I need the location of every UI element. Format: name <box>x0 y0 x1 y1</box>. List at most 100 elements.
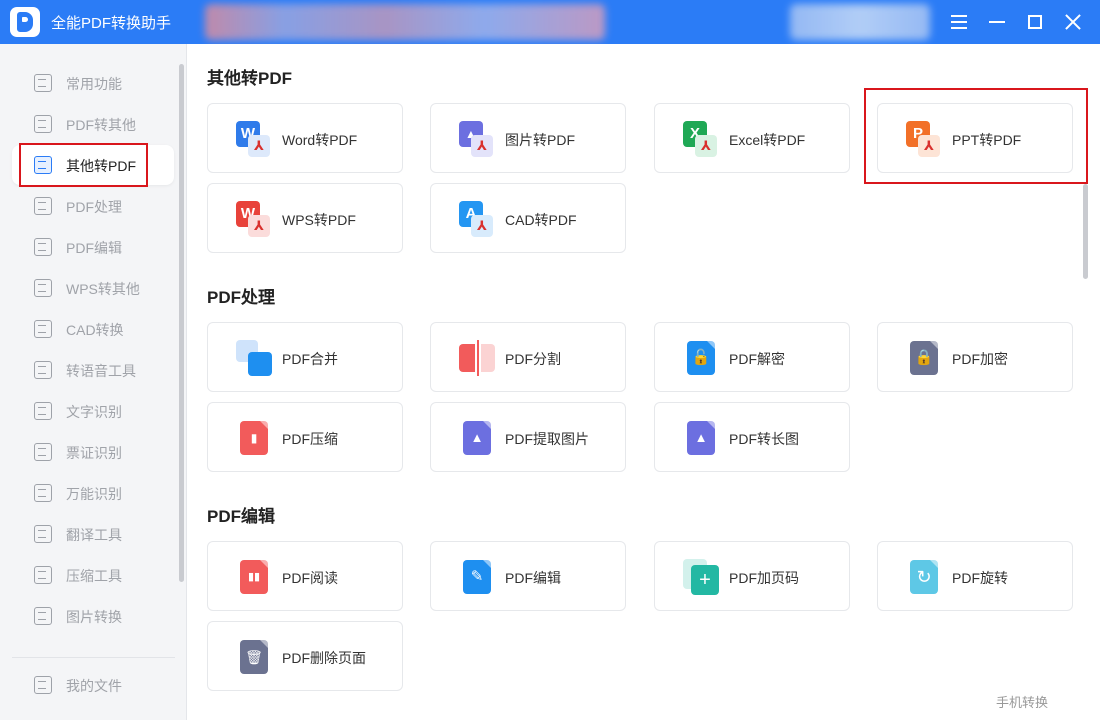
ppt-icon: P ⅄ <box>906 121 942 157</box>
pdf-convert-icon <box>34 115 52 133</box>
split-icon <box>459 340 495 376</box>
compress-icon: ▮ <box>236 420 272 456</box>
card-pdf-edit[interactable]: ✎ PDF编辑 <box>430 541 626 611</box>
main-scrollbar[interactable] <box>1083 184 1088 279</box>
card-ppt-to-pdf[interactable]: P ⅄ PPT转PDF <box>877 103 1073 173</box>
sidebar-item-label: PDF处理 <box>66 199 122 215</box>
ticket-ocr-icon <box>34 443 52 461</box>
card-pdf-delete-pages[interactable]: 🗑 PDF删除页面 <box>207 621 403 691</box>
mobile-convert-link[interactable]: 手机转换 <box>996 692 1048 711</box>
sidebar-item-common[interactable]: 常用功能 <box>12 63 174 103</box>
card-label: PDF阅读 <box>282 570 338 586</box>
folder-icon <box>34 676 52 694</box>
minimize-icon[interactable] <box>983 8 1011 36</box>
card-label: PDF合并 <box>282 351 338 367</box>
sidebar-item-label: 文字识别 <box>66 404 122 420</box>
section-title: PDF处理 <box>207 288 275 307</box>
lock-icon: 🔒 <box>906 340 942 376</box>
voice-icon <box>34 361 52 379</box>
sidebar-item-label: 常用功能 <box>66 76 122 92</box>
card-cad-to-pdf[interactable]: A ⅄ CAD转PDF <box>430 183 626 253</box>
sidebar-item-text-ocr[interactable]: 文字识别 <box>12 391 174 431</box>
pdf-edit-icon <box>34 238 52 256</box>
sidebar-item-image-convert[interactable]: 图片转换 <box>12 596 174 636</box>
card-label: CAD转PDF <box>505 212 577 228</box>
sidebar-item-label: 我的文件 <box>66 678 122 694</box>
sidebar-item-label: 票证识别 <box>66 445 122 461</box>
sidebar-item-label: 压缩工具 <box>66 568 122 584</box>
card-label: PPT转PDF <box>952 132 1022 148</box>
sidebar-item-pdf-edit[interactable]: PDF编辑 <box>12 227 174 267</box>
main-panel: 其他转PDF W ⅄ Word转PDF ▲ ⅄ 图片转PDF X ⅄ Excel转PD… <box>187 44 1100 720</box>
translate-icon <box>34 525 52 543</box>
sidebar-item-cad[interactable]: CAD转换 <box>12 309 174 349</box>
card-wps-to-pdf[interactable]: W ⅄ WPS转PDF <box>207 183 403 253</box>
trash-icon: 🗑 <box>236 639 272 675</box>
text-ocr-icon <box>34 402 52 420</box>
unlock-icon: 🔓 <box>683 340 719 376</box>
pencil-icon: ✎ <box>459 559 495 595</box>
sidebar-item-label: PDF转其他 <box>66 117 136 133</box>
blurred-banner <box>205 4 605 40</box>
extract-image-icon: ▲ <box>459 420 495 456</box>
book-icon: ▮▮ <box>236 559 272 595</box>
card-image-to-pdf[interactable]: ▲ ⅄ 图片转PDF <box>430 103 626 173</box>
sidebar-item-label: 图片转换 <box>66 609 122 625</box>
card-pdf-encrypt[interactable]: 🔒 PDF加密 <box>877 322 1073 392</box>
app-title: 全能PDF转换助手 <box>51 15 172 32</box>
word-icon: W ⅄ <box>236 121 272 157</box>
card-pdf-to-long-image[interactable]: ▲ PDF转长图 <box>654 402 850 472</box>
sidebar-item-label: PDF编辑 <box>66 240 122 256</box>
card-label: WPS转PDF <box>282 212 356 228</box>
app-logo-icon <box>10 7 40 37</box>
sidebar-scrollbar[interactable] <box>179 64 184 582</box>
sidebar-item-voice[interactable]: 转语音工具 <box>12 350 174 390</box>
sidebar-item-ticket-ocr[interactable]: 票证识别 <box>12 432 174 472</box>
convert-to-pdf-icon <box>34 156 52 174</box>
card-pdf-compress[interactable]: ▮ PDF压缩 <box>207 402 403 472</box>
card-label: PDF加页码 <box>729 570 799 586</box>
card-label: PDF加密 <box>952 351 1008 367</box>
star-icon <box>34 74 52 92</box>
menu-icon[interactable] <box>945 8 973 36</box>
section-title: PDF编辑 <box>207 507 275 526</box>
excel-icon: X ⅄ <box>683 121 719 157</box>
sidebar-item-universal-ocr[interactable]: 万能识别 <box>12 473 174 513</box>
card-pdf-rotate[interactable]: ↻ PDF旋转 <box>877 541 1073 611</box>
zip-icon <box>34 566 52 584</box>
card-label: PDF转长图 <box>729 431 799 447</box>
card-pdf-page-number[interactable]: + PDF加页码 <box>654 541 850 611</box>
card-label: PDF旋转 <box>952 570 1008 586</box>
plus-icon: + <box>683 559 719 595</box>
sidebar-item-label: 万能识别 <box>66 486 122 502</box>
card-excel-to-pdf[interactable]: X ⅄ Excel转PDF <box>654 103 850 173</box>
eye-icon <box>34 484 52 502</box>
sidebar-item-compress[interactable]: 压缩工具 <box>12 555 174 595</box>
image-icon: ▲ ⅄ <box>459 121 495 157</box>
merge-icon <box>236 340 272 376</box>
sidebar-item-pdf-to-other[interactable]: PDF转其他 <box>12 104 174 144</box>
sidebar-item-other-to-pdf[interactable]: 其他转PDF <box>12 145 174 185</box>
pdf-process-icon <box>34 197 52 215</box>
maximize-icon[interactable] <box>1021 8 1049 36</box>
sidebar-item-label: CAD转换 <box>66 322 124 338</box>
sidebar-divider <box>12 657 175 658</box>
sidebar-item-my-files[interactable]: 我的文件 <box>12 665 174 705</box>
blurred-account <box>790 4 930 40</box>
title-bar: 全能PDF转换助手 <box>0 0 1100 44</box>
image-icon <box>34 607 52 625</box>
cad-icon: A ⅄ <box>459 201 495 237</box>
wps-icon <box>34 279 52 297</box>
sidebar-item-translate[interactable]: 翻译工具 <box>12 514 174 554</box>
card-pdf-read[interactable]: ▮▮ PDF阅读 <box>207 541 403 611</box>
sidebar-item-wps[interactable]: WPS转其他 <box>12 268 174 308</box>
card-label: PDF删除页面 <box>282 650 366 666</box>
close-icon[interactable] <box>1059 8 1087 36</box>
card-pdf-decrypt[interactable]: 🔓 PDF解密 <box>654 322 850 392</box>
card-pdf-split[interactable]: PDF分割 <box>430 322 626 392</box>
cad-icon <box>34 320 52 338</box>
card-word-to-pdf[interactable]: W ⅄ Word转PDF <box>207 103 403 173</box>
card-pdf-extract-image[interactable]: ▲ PDF提取图片 <box>430 402 626 472</box>
card-pdf-merge[interactable]: PDF合并 <box>207 322 403 392</box>
sidebar-item-pdf-process[interactable]: PDF处理 <box>12 186 174 226</box>
